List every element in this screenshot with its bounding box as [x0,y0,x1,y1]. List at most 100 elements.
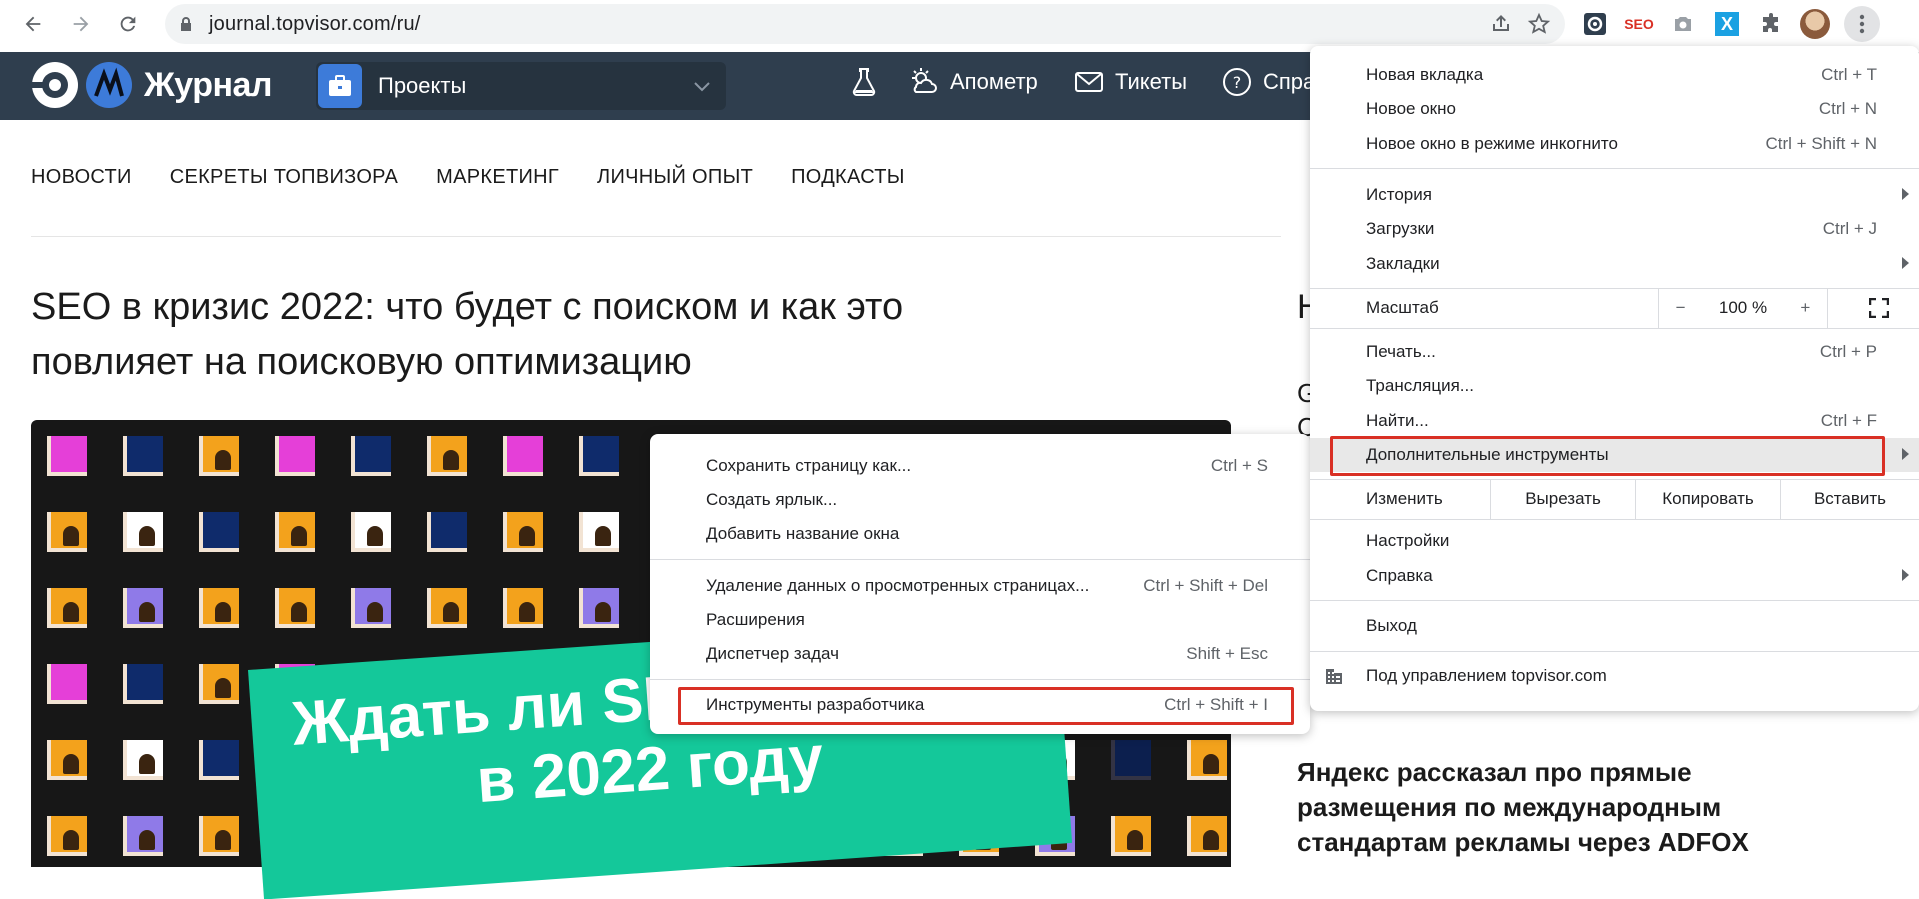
menu-exit[interactable]: Выход [1310,609,1919,643]
menu-managed-by[interactable]: Под управлением topvisor.com [1310,656,1919,696]
fullscreen-icon[interactable] [1869,298,1889,318]
devtools-shortcut: Ctrl + Shift + I [1164,695,1268,714]
hero-tile-square [199,664,239,704]
category-secrets[interactable]: СЕКРЕТЫ ТОПВИЗОРА [170,166,398,189]
hero-tile [487,572,563,648]
copy-button[interactable]: Копировать [1635,479,1780,519]
hero-tile [259,420,335,496]
forward-button[interactable] [61,4,101,44]
category-marketing[interactable]: МАРКЕТИНГ [436,166,559,189]
side-article-title[interactable]: Яндекс рассказал про прямые размещения п… [1297,755,1817,860]
category-nav: НОВОСТИ СЕКРЕТЫ ТОПВИЗОРА МАРКЕТИНГ ЛИЧН… [31,166,943,189]
chrome-menu-button[interactable] [1844,6,1880,42]
menu-find[interactable]: Найти... Ctrl + F [1310,404,1919,438]
menu-print[interactable]: Печать... Ctrl + P [1310,335,1919,369]
extensions-button[interactable] [1756,9,1786,39]
hero-tile-square [427,588,467,628]
zoom-in-button[interactable]: + [1800,298,1810,318]
menu-more-tools[interactable]: Дополнительные инструменты [1310,438,1919,472]
paste-button[interactable]: Вставить [1780,479,1919,519]
name-window-label: Добавить название окна [706,524,900,543]
submenu-separator [650,559,1310,560]
x-ext-icon: X [1715,12,1739,36]
new-window-label: Новое окно [1366,99,1456,118]
lab-link[interactable] [848,66,890,98]
menu-create-shortcut[interactable]: Создать ярлык... [650,483,1310,517]
menu-new-window[interactable]: Новое окно Ctrl + N [1310,92,1919,126]
hero-tile [183,572,259,648]
hero-tile [107,496,183,572]
hero-tile [31,648,107,724]
seo-extension[interactable]: SEO [1624,9,1654,39]
hero-tile [31,572,107,648]
hero-tile-square [351,512,391,552]
hero-tile-square [1187,816,1227,856]
menu-downloads[interactable]: Загрузки Ctrl + J [1310,212,1919,246]
projects-dropdown[interactable]: Проекты [316,62,726,110]
menu-task-manager[interactable]: Диспетчер задач Shift + Esc [650,637,1310,671]
menu-history[interactable]: История [1310,178,1919,212]
help-link[interactable]: ? Спра [1221,66,1315,98]
category-podcasts[interactable]: ПОДКАСТЫ [791,166,905,189]
topvisor-ext-icon [1584,13,1606,35]
reload-button[interactable] [108,4,148,44]
flask-icon [852,68,876,96]
hero-tile-square [275,436,315,476]
hero-tile [183,800,259,867]
hero-tile [183,724,259,800]
camera-extension[interactable] [1668,9,1698,39]
menu-new-tab[interactable]: Новая вкладка Ctrl + T [1310,58,1919,92]
url-text[interactable]: journal.topvisor.com/ru/ [209,13,421,36]
tickets-link[interactable]: Тикеты [1073,66,1187,98]
hero-tile [107,648,183,724]
menu-cast[interactable]: Трансляция... [1310,369,1919,403]
edit-label: Изменить [1366,489,1443,508]
menu-save-page[interactable]: Сохранить страницу как... Ctrl + S [650,449,1310,483]
hero-tile [107,800,183,867]
menu-help[interactable]: Справка [1310,559,1919,593]
apometr-link[interactable]: Апометр [908,66,1038,98]
hero-tile-square [427,436,467,476]
menu-clear-data[interactable]: Удаление данных о просмотренных страница… [650,569,1310,603]
hero-tile [31,800,107,867]
mail-icon [1075,72,1103,92]
hero-tile-square [351,588,391,628]
menu-separator [1310,168,1919,169]
hero-tile-square [579,512,619,552]
category-experience[interactable]: ЛИЧНЫЙ ОПЫТ [597,166,753,189]
settings-label: Настройки [1366,531,1450,550]
category-news[interactable]: НОВОСТИ [31,166,132,189]
camera-ext-icon [1675,17,1691,31]
site-logo[interactable]: Журнал [30,60,273,110]
journal-logo-icon [86,62,132,108]
cut-button[interactable]: Вырезать [1490,479,1635,519]
menu-settings[interactable]: Настройки [1310,524,1919,558]
hero-tile [183,648,259,724]
menu-incognito[interactable]: Новое окно в режиме инкогнито Ctrl + Shi… [1310,127,1919,161]
profile-avatar[interactable] [1800,9,1830,39]
article-headline[interactable]: SEO в кризис 2022: что будет с поиском и… [31,280,1051,390]
menu-extensions[interactable]: Расширения [650,603,1310,637]
building-icon [1326,669,1342,684]
downloads-label: Загрузки [1366,219,1435,238]
incognito-shortcut: Ctrl + Shift + N [1765,134,1877,153]
topvisor-extension[interactable] [1580,9,1610,39]
tickets-label: Тикеты [1115,69,1188,94]
star-icon[interactable] [1527,12,1551,36]
hero-tile-square [199,740,239,780]
hero-tile-square [503,588,543,628]
menu-bookmarks[interactable]: Закладки [1310,247,1919,281]
devtools-label: Инструменты разработчика [706,695,925,714]
save-page-shortcut: Ctrl + S [1210,456,1268,475]
address-bar[interactable]: journal.topvisor.com/ru/ [165,4,1565,44]
menu-name-window[interactable]: Добавить название окна [650,517,1310,551]
hero-tile-square [579,588,619,628]
x-extension[interactable]: X [1712,9,1742,39]
hero-tile-square [351,436,391,476]
menu-devtools[interactable]: Инструменты разработчика Ctrl + Shift + … [650,688,1310,722]
share-icon[interactable] [1489,12,1513,36]
hero-tile [31,420,107,496]
logo-text: Журнал [144,65,273,104]
back-button[interactable] [13,4,53,44]
zoom-out-button[interactable]: − [1676,298,1686,318]
